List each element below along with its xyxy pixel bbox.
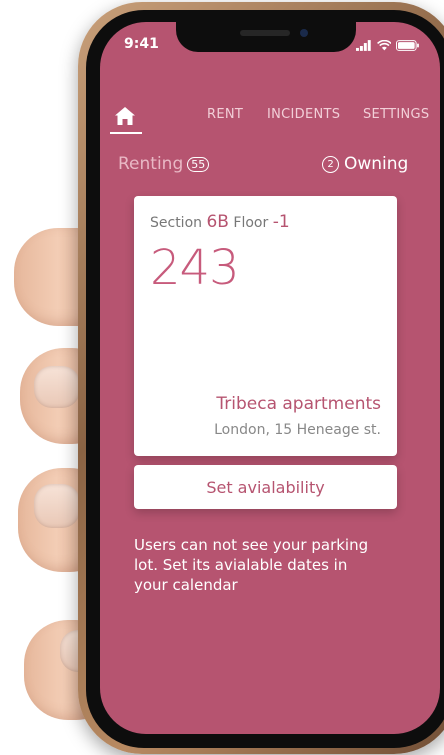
status-icons [356, 38, 420, 52]
location-row: Section 6B Floor -1 [150, 212, 290, 232]
front-camera [300, 29, 308, 37]
tab-home[interactable] [110, 104, 142, 134]
speaker-grille [240, 30, 290, 36]
building-address: London, 15 Heneage st. [214, 422, 381, 438]
spot-number: 243 [150, 240, 240, 296]
status-time: 9:41 [124, 36, 159, 52]
building-name: Tribeca apartments [216, 394, 381, 414]
set-availability-button[interactable]: Set avialability [134, 465, 397, 509]
owning-toggle[interactable]: 2 Owning [322, 154, 408, 174]
owning-count-badge: 2 [322, 155, 339, 173]
fingernail-2 [34, 366, 80, 408]
floor-label: Floor [233, 215, 269, 231]
tab-settings[interactable]: SETTINGS [363, 107, 429, 122]
renting-count-badge: 55 [187, 156, 210, 172]
home-icon [115, 107, 135, 125]
parking-spot-card[interactable]: Section 6B Floor -1 243 Tribeca apartmen… [134, 196, 397, 456]
section-label: Section [150, 215, 203, 231]
renting-toggle[interactable]: Renting 55 [118, 154, 210, 174]
phone-notch [176, 22, 356, 52]
info-message: Users can not see your parking lot. Set … [134, 536, 369, 594]
signal-icon [356, 39, 371, 51]
renting-label: Renting [118, 154, 184, 174]
floor-value: -1 [272, 212, 290, 232]
wifi-icon [376, 39, 392, 50]
battery-icon [396, 39, 420, 51]
fingernail-3 [34, 484, 80, 528]
owning-label: Owning [344, 154, 409, 174]
tab-incidents[interactable]: INCIDENTS [267, 107, 340, 122]
section-value: 6B [206, 212, 229, 232]
tab-rent[interactable]: RENT [207, 107, 243, 122]
